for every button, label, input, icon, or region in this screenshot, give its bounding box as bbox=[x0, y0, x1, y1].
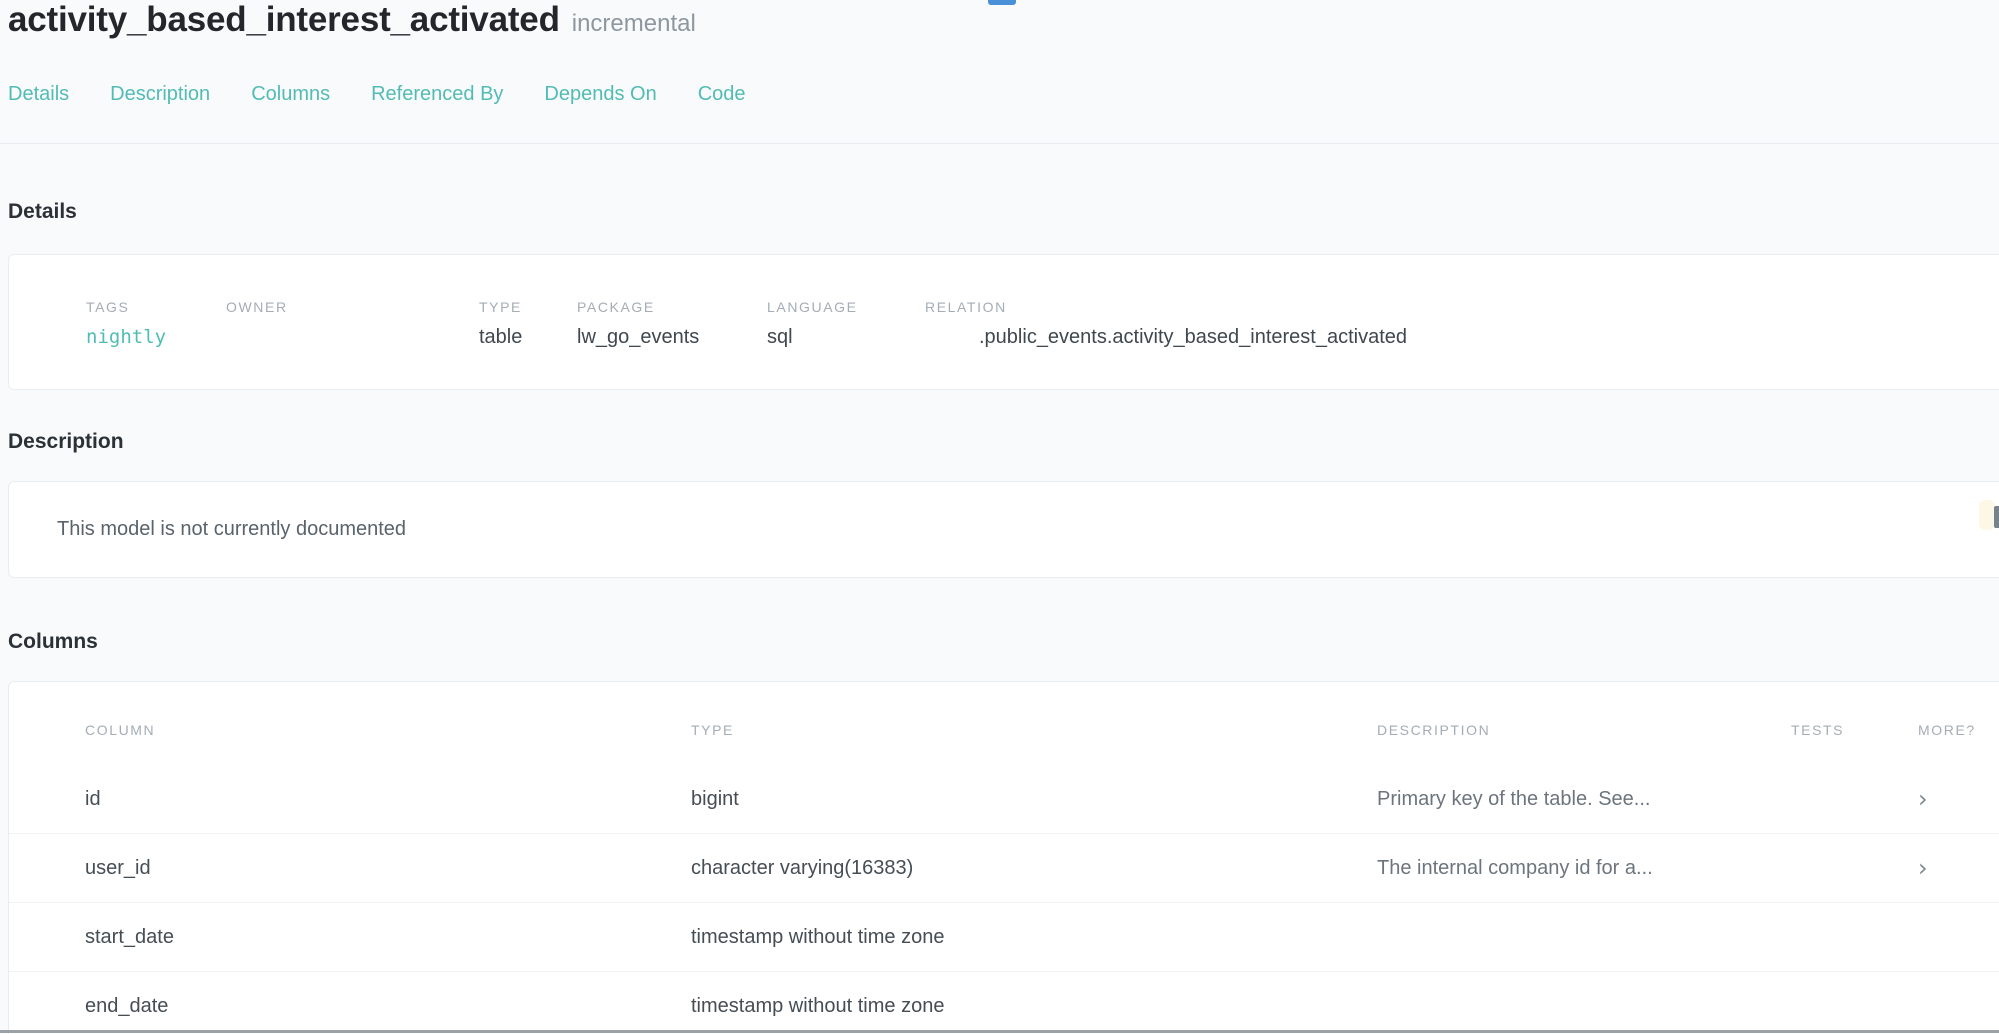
columns-table-header: COLUMN TYPE DESCRIPTION TESTS MORE? bbox=[9, 682, 1999, 765]
column-name-cell: start_date bbox=[85, 926, 691, 949]
tab-columns[interactable]: Columns bbox=[251, 83, 330, 106]
tab-code[interactable]: Code bbox=[698, 83, 746, 106]
tab-details[interactable]: Details bbox=[8, 83, 69, 106]
detail-field-value: sql bbox=[767, 326, 925, 349]
chevron-right-icon[interactable]: › bbox=[1918, 785, 1928, 813]
header-column: COLUMN bbox=[85, 722, 691, 738]
tab-depends-on[interactable]: Depends On bbox=[544, 83, 656, 106]
columns-table-body: idbigintPrimary key of the table. See...… bbox=[9, 765, 1999, 1034]
header-description: DESCRIPTION bbox=[1377, 722, 1791, 738]
viewport-bottom-edge bbox=[0, 1030, 1999, 1033]
detail-field-label: TYPE bbox=[479, 299, 577, 315]
column-more-cell: › bbox=[1896, 856, 1989, 881]
detail-field-type: TYPE table bbox=[479, 299, 577, 349]
detail-field-language: LANGUAGE sql bbox=[767, 299, 925, 349]
detail-field-label: PACKAGE bbox=[577, 299, 767, 315]
chevron-right-icon[interactable]: › bbox=[1918, 854, 1928, 882]
tab-referenced-by[interactable]: Referenced By bbox=[371, 83, 503, 106]
scrollbar-thumb[interactable] bbox=[1994, 506, 1999, 528]
columns-section-heading: Columns bbox=[8, 630, 98, 654]
column-row-id[interactable]: idbigintPrimary key of the table. See...… bbox=[9, 765, 1999, 833]
header-tests: TESTS bbox=[1791, 722, 1896, 738]
top-cutoff-element bbox=[988, 0, 1016, 5]
detail-field-label: TAGS bbox=[86, 299, 226, 315]
detail-field-value: .public_events.activity_based_interest_a… bbox=[925, 326, 1999, 349]
detail-field-label: LANGUAGE bbox=[767, 299, 925, 315]
column-type-cell: timestamp without time zone bbox=[691, 926, 1377, 949]
header-more: MORE? bbox=[1896, 722, 1989, 738]
details-section-heading: Details bbox=[8, 200, 77, 224]
page-header: activity_based_interest_activated increme… bbox=[8, 0, 696, 40]
column-name-cell: end_date bbox=[85, 995, 691, 1018]
column-more-cell: › bbox=[1896, 787, 1989, 812]
detail-field-tags: TAGS nightly bbox=[86, 299, 226, 348]
tag-link[interactable]: nightly bbox=[86, 326, 226, 348]
column-name-cell: user_id bbox=[85, 857, 691, 880]
detail-field-value: lw_go_events bbox=[577, 326, 767, 349]
tab-description[interactable]: Description bbox=[110, 83, 210, 106]
edge-highlight-artifact bbox=[1979, 500, 1995, 530]
column-row-user-id[interactable]: user_idcharacter varying(16383)The inter… bbox=[9, 833, 1999, 902]
detail-field-package: PACKAGE lw_go_events bbox=[577, 299, 767, 349]
model-tabs: Details Description Columns Referenced By De… bbox=[8, 83, 746, 106]
detail-field-label: RELATION bbox=[925, 299, 1999, 315]
column-row-end-date[interactable]: end_datetimestamp without time zone bbox=[9, 971, 1999, 1034]
column-type-cell: bigint bbox=[691, 788, 1377, 811]
detail-field-label: OWNER bbox=[226, 299, 479, 315]
column-name-cell: id bbox=[85, 788, 691, 811]
detail-field-owner: OWNER bbox=[226, 299, 479, 326]
column-row-start-date[interactable]: start_datetimestamp without time zone bbox=[9, 902, 1999, 971]
description-text: This model is not currently documented bbox=[57, 518, 1999, 541]
column-type-cell: timestamp without time zone bbox=[691, 995, 1377, 1018]
column-type-cell: character varying(16383) bbox=[691, 857, 1377, 880]
columns-card: COLUMN TYPE DESCRIPTION TESTS MORE? idbi… bbox=[8, 681, 1999, 1034]
description-card: This model is not currently documented bbox=[8, 481, 1999, 578]
header-type: TYPE bbox=[691, 722, 1377, 738]
detail-field-relation: RELATION .public_events.activity_based_in… bbox=[925, 299, 1999, 349]
materialization-badge: incremental bbox=[572, 10, 696, 37]
header-divider bbox=[0, 143, 1999, 144]
details-card: TAGS nightlyOWNERTYPE tablePACKAGE lw_go_ev… bbox=[8, 254, 1999, 390]
model-name: activity_based_interest_activated bbox=[8, 0, 560, 39]
detail-field-value: table bbox=[479, 326, 577, 349]
details-fields: TAGS nightlyOWNERTYPE tablePACKAGE lw_go_ev… bbox=[86, 299, 1999, 349]
column-description-cell: The internal company id for a... bbox=[1377, 857, 1791, 880]
model-docs-page: activity_based_interest_activated increme… bbox=[0, 0, 1999, 1034]
description-section-heading: Description bbox=[8, 430, 124, 454]
column-description-cell: Primary key of the table. See... bbox=[1377, 788, 1791, 811]
